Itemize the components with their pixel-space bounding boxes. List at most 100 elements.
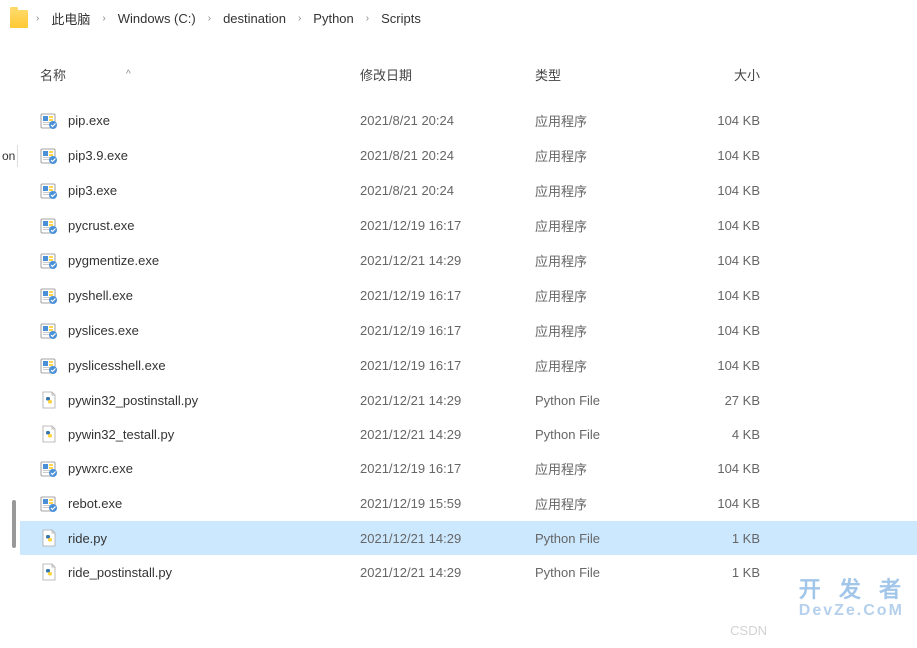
application-icon (40, 252, 58, 270)
file-type: Python File (535, 427, 680, 442)
file-row[interactable]: pip3.9.exe2021/8/21 20:24应用程序104 KB (20, 138, 917, 173)
file-row[interactable]: pip.exe2021/8/21 20:24应用程序104 KB (20, 103, 917, 138)
file-size: 104 KB (680, 288, 780, 303)
file-type: 应用程序 (535, 459, 680, 478)
file-row[interactable]: pywin32_postinstall.py2021/12/21 14:29Py… (20, 383, 917, 417)
breadcrumb-item[interactable]: 此电脑 (47, 7, 94, 30)
file-size: 104 KB (680, 358, 780, 373)
file-type: 应用程序 (535, 494, 680, 513)
column-header-name[interactable]: 名称 ^ (40, 65, 360, 84)
column-header-date[interactable]: 修改日期 (360, 65, 535, 84)
file-type: Python File (535, 531, 680, 546)
file-explorer-content: 名称 ^ 修改日期 类型 大小 pip.exe2021/8/21 20:24应用… (20, 55, 917, 589)
file-date: 2021/12/21 14:29 (360, 427, 535, 442)
file-date: 2021/12/19 16:17 (360, 461, 535, 476)
column-header-size[interactable]: 大小 (680, 65, 780, 84)
file-date: 2021/12/21 14:29 (360, 393, 535, 408)
watermark-csdn: CSDN (730, 623, 767, 638)
file-name: ride_postinstall.py (68, 565, 360, 580)
file-size: 104 KB (680, 253, 780, 268)
file-row[interactable]: pip3.exe2021/8/21 20:24应用程序104 KB (20, 173, 917, 208)
file-name: pyslices.exe (68, 323, 360, 338)
file-name: pywxrc.exe (68, 461, 360, 476)
breadcrumb-item[interactable]: Python (309, 9, 357, 28)
file-row[interactable]: pyslicesshell.exe2021/12/19 16:17应用程序104… (20, 348, 917, 383)
file-row[interactable]: rebot.exe2021/12/19 15:59应用程序104 KB (20, 486, 917, 521)
file-size: 1 KB (680, 531, 780, 546)
file-size: 104 KB (680, 113, 780, 128)
file-date: 2021/12/19 16:17 (360, 288, 535, 303)
file-row[interactable]: pygmentize.exe2021/12/21 14:29应用程序104 KB (20, 243, 917, 278)
python-file-icon (40, 425, 58, 443)
chevron-right-icon[interactable]: › (296, 13, 303, 24)
file-row[interactable]: pyshell.exe2021/12/19 16:17应用程序104 KB (20, 278, 917, 313)
application-icon (40, 182, 58, 200)
file-date: 2021/8/21 20:24 (360, 113, 535, 128)
file-type: 应用程序 (535, 216, 680, 235)
file-size: 4 KB (680, 427, 780, 442)
folder-icon (10, 10, 28, 28)
chevron-right-icon[interactable]: › (364, 13, 371, 24)
file-type: 应用程序 (535, 111, 680, 130)
file-type: 应用程序 (535, 321, 680, 340)
sidebar-fragment: on (0, 145, 18, 167)
file-list: pip.exe2021/8/21 20:24应用程序104 KBpip3.9.e… (20, 103, 917, 589)
file-date: 2021/12/19 16:17 (360, 323, 535, 338)
python-file-icon (40, 529, 58, 547)
file-size: 104 KB (680, 496, 780, 511)
column-label-name: 名称 (40, 65, 66, 84)
file-row[interactable]: pywin32_testall.py2021/12/21 14:29Python… (20, 417, 917, 451)
file-date: 2021/12/21 14:29 (360, 531, 535, 546)
watermark: 开 发 者 DevZe.CoM (799, 572, 907, 620)
file-name: ride.py (68, 531, 360, 546)
breadcrumb-item[interactable]: destination (219, 9, 290, 28)
application-icon (40, 357, 58, 375)
file-row[interactable]: pyslices.exe2021/12/19 16:17应用程序104 KB (20, 313, 917, 348)
file-type: 应用程序 (535, 286, 680, 305)
file-row[interactable]: pywxrc.exe2021/12/19 16:17应用程序104 KB (20, 451, 917, 486)
file-date: 2021/8/21 20:24 (360, 148, 535, 163)
application-icon (40, 112, 58, 130)
python-file-icon (40, 391, 58, 409)
file-date: 2021/12/21 14:29 (360, 253, 535, 268)
breadcrumb[interactable]: › 此电脑 › Windows (C:) › destination › Pyt… (0, 0, 917, 37)
breadcrumb-item[interactable]: Windows (C:) (114, 9, 200, 28)
scrollbar-fragment[interactable] (12, 500, 16, 548)
chevron-right-icon[interactable]: › (206, 13, 213, 24)
application-icon (40, 287, 58, 305)
file-size: 1 KB (680, 565, 780, 580)
chevron-right-icon[interactable]: › (34, 13, 41, 24)
file-name: pycrust.exe (68, 218, 360, 233)
file-type: 应用程序 (535, 146, 680, 165)
file-name: pywin32_testall.py (68, 427, 360, 442)
application-icon (40, 460, 58, 478)
file-date: 2021/12/19 16:17 (360, 358, 535, 373)
file-size: 104 KB (680, 218, 780, 233)
application-icon (40, 217, 58, 235)
file-name: pip3.exe (68, 183, 360, 198)
file-type: Python File (535, 565, 680, 580)
file-date: 2021/12/19 16:17 (360, 218, 535, 233)
file-size: 27 KB (680, 393, 780, 408)
file-name: pip.exe (68, 113, 360, 128)
file-name: pygmentize.exe (68, 253, 360, 268)
file-date: 2021/12/21 14:29 (360, 565, 535, 580)
column-header-type[interactable]: 类型 (535, 65, 680, 84)
file-type: Python File (535, 393, 680, 408)
file-size: 104 KB (680, 323, 780, 338)
file-name: pip3.9.exe (68, 148, 360, 163)
watermark-main: 开 发 者 (799, 577, 907, 602)
watermark-sub: DevZe.CoM (799, 602, 907, 620)
application-icon (40, 495, 58, 513)
file-row[interactable]: pycrust.exe2021/12/19 16:17应用程序104 KB (20, 208, 917, 243)
file-date: 2021/12/19 15:59 (360, 496, 535, 511)
file-row[interactable]: ride_postinstall.py2021/12/21 14:29Pytho… (20, 555, 917, 589)
file-name: pyslicesshell.exe (68, 358, 360, 373)
file-size: 104 KB (680, 183, 780, 198)
application-icon (40, 322, 58, 340)
breadcrumb-item[interactable]: Scripts (377, 9, 425, 28)
column-header-row: 名称 ^ 修改日期 类型 大小 (20, 55, 917, 95)
file-row[interactable]: ride.py2021/12/21 14:29Python File1 KB (20, 521, 917, 555)
file-size: 104 KB (680, 461, 780, 476)
chevron-right-icon[interactable]: › (100, 13, 107, 24)
